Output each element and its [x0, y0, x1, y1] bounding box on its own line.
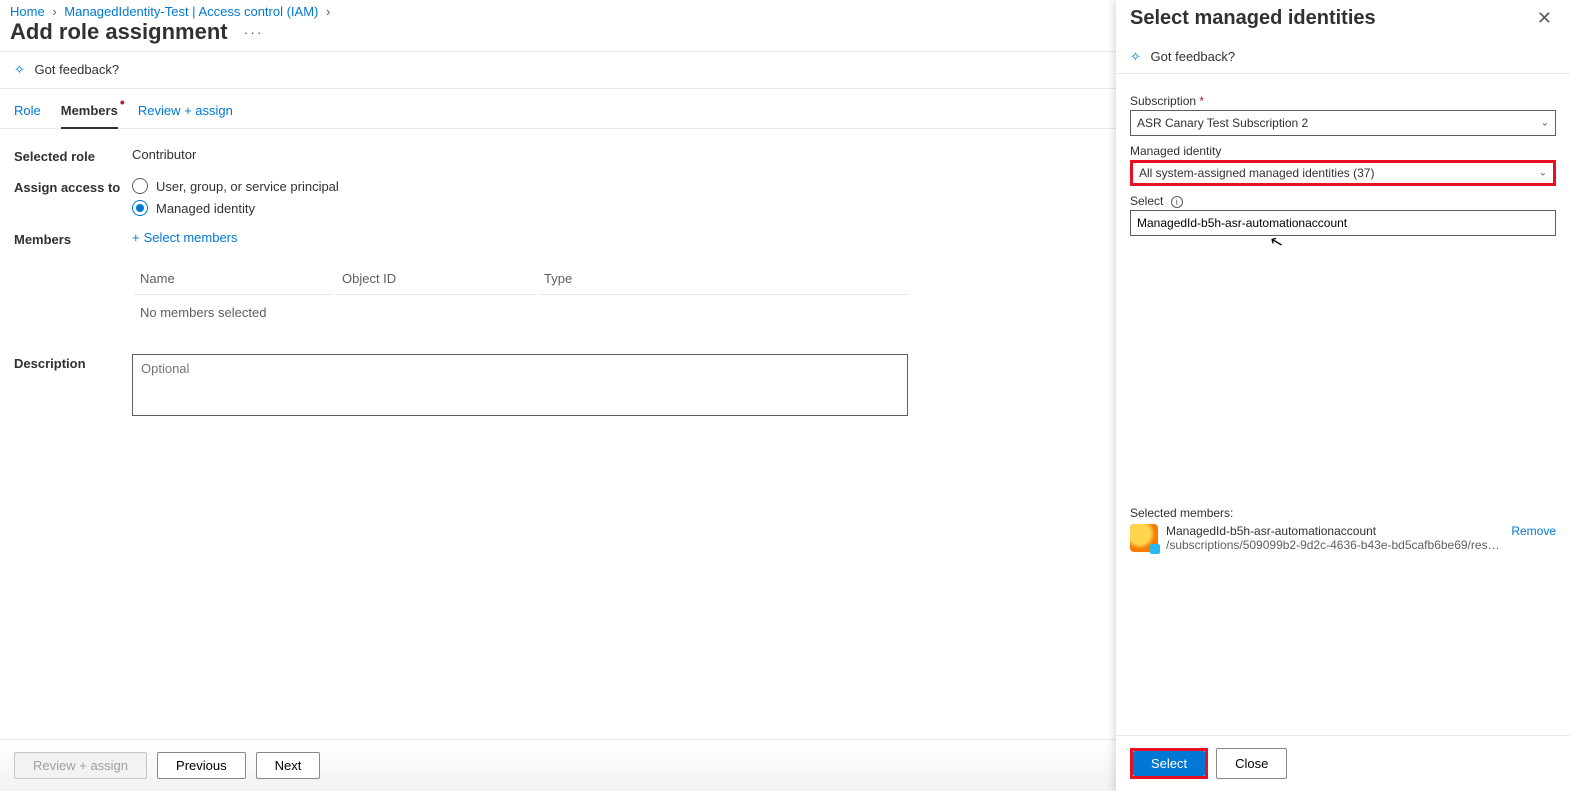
- feedback-icon: ✧: [1130, 49, 1141, 65]
- main-footer: Review + assign Previous Next: [0, 739, 1116, 791]
- close-button[interactable]: Close: [1216, 748, 1287, 779]
- close-icon[interactable]: ✕: [1533, 4, 1556, 33]
- col-name: Name: [134, 263, 334, 295]
- assign-access-label: Assign access to: [14, 178, 132, 195]
- required-indicator: *: [1199, 94, 1204, 108]
- no-members-text: No members selected: [134, 297, 910, 328]
- tab-review-assign[interactable]: Review + assign: [138, 95, 233, 128]
- tab-role[interactable]: Role: [14, 95, 41, 128]
- tab-label: Members: [61, 103, 118, 118]
- radio-label: Managed identity: [156, 201, 255, 216]
- subscription-select[interactable]: ASR Canary Test Subscription 2 ⌄: [1130, 110, 1556, 136]
- chevron-right-icon: ›: [326, 4, 330, 19]
- tab-members[interactable]: Members •: [61, 95, 118, 128]
- breadcrumb-iam[interactable]: ManagedIdentity-Test | Access control (I…: [64, 4, 318, 19]
- select-search-input[interactable]: [1130, 210, 1556, 236]
- plus-icon: +: [132, 230, 140, 245]
- panel-footer: Select Close: [1116, 735, 1570, 791]
- subscription-label: Subscription *: [1130, 94, 1556, 108]
- review-assign-button: Review + assign: [14, 752, 147, 779]
- col-object-id: Object ID: [336, 263, 536, 295]
- member-path: /subscriptions/509099b2-9d2c-4636-b43e-b…: [1166, 538, 1503, 552]
- managed-identity-label: Managed identity: [1130, 144, 1556, 158]
- managed-identity-select[interactable]: All system-assigned managed identities (…: [1130, 160, 1556, 186]
- chevron-right-icon: ›: [52, 4, 56, 19]
- more-icon[interactable]: ···: [244, 24, 264, 40]
- remove-link[interactable]: Remove: [1511, 524, 1556, 538]
- feedback-link[interactable]: Got feedback?: [35, 62, 120, 77]
- description-input[interactable]: [132, 354, 908, 416]
- feedback-icon: ✧: [14, 62, 25, 78]
- select-value: ASR Canary Test Subscription 2: [1137, 116, 1308, 130]
- required-indicator: •: [120, 97, 125, 107]
- previous-button[interactable]: Previous: [157, 752, 246, 779]
- page-title: Add role assignment: [10, 19, 228, 45]
- link-text: Select members: [144, 230, 238, 245]
- members-table: Name Object ID Type No members selected: [132, 261, 912, 330]
- selected-members-label: Selected members:: [1130, 506, 1556, 520]
- col-type: Type: [538, 263, 910, 295]
- select-button-highlight: Select: [1130, 748, 1208, 779]
- radio-icon: [132, 178, 148, 194]
- chevron-down-icon: ⌄: [1539, 168, 1547, 179]
- select-members-link[interactable]: + Select members: [132, 230, 238, 245]
- next-button[interactable]: Next: [256, 752, 321, 779]
- select-button[interactable]: Select: [1133, 751, 1205, 776]
- select-label: Select i: [1130, 194, 1556, 208]
- radio-icon: [132, 200, 148, 216]
- selected-role-label: Selected role: [14, 147, 132, 164]
- managed-identity-icon: [1130, 524, 1158, 552]
- select-value: All system-assigned managed identities (…: [1139, 166, 1374, 180]
- select-managed-identities-panel: Select managed identities ✕ ✧ Got feedba…: [1116, 0, 1570, 791]
- selected-member-row: ManagedId-b5h-asr-automationaccount /sub…: [1130, 524, 1556, 552]
- description-label: Description: [14, 354, 132, 371]
- panel-title: Select managed identities: [1130, 7, 1376, 30]
- info-icon[interactable]: i: [1171, 196, 1183, 208]
- radio-label: User, group, or service principal: [156, 179, 339, 194]
- member-name: ManagedId-b5h-asr-automationaccount: [1166, 524, 1503, 538]
- members-label: Members: [14, 230, 132, 247]
- breadcrumb-home[interactable]: Home: [10, 4, 45, 19]
- panel-feedback-link[interactable]: Got feedback?: [1151, 49, 1236, 64]
- chevron-down-icon: ⌄: [1541, 118, 1549, 129]
